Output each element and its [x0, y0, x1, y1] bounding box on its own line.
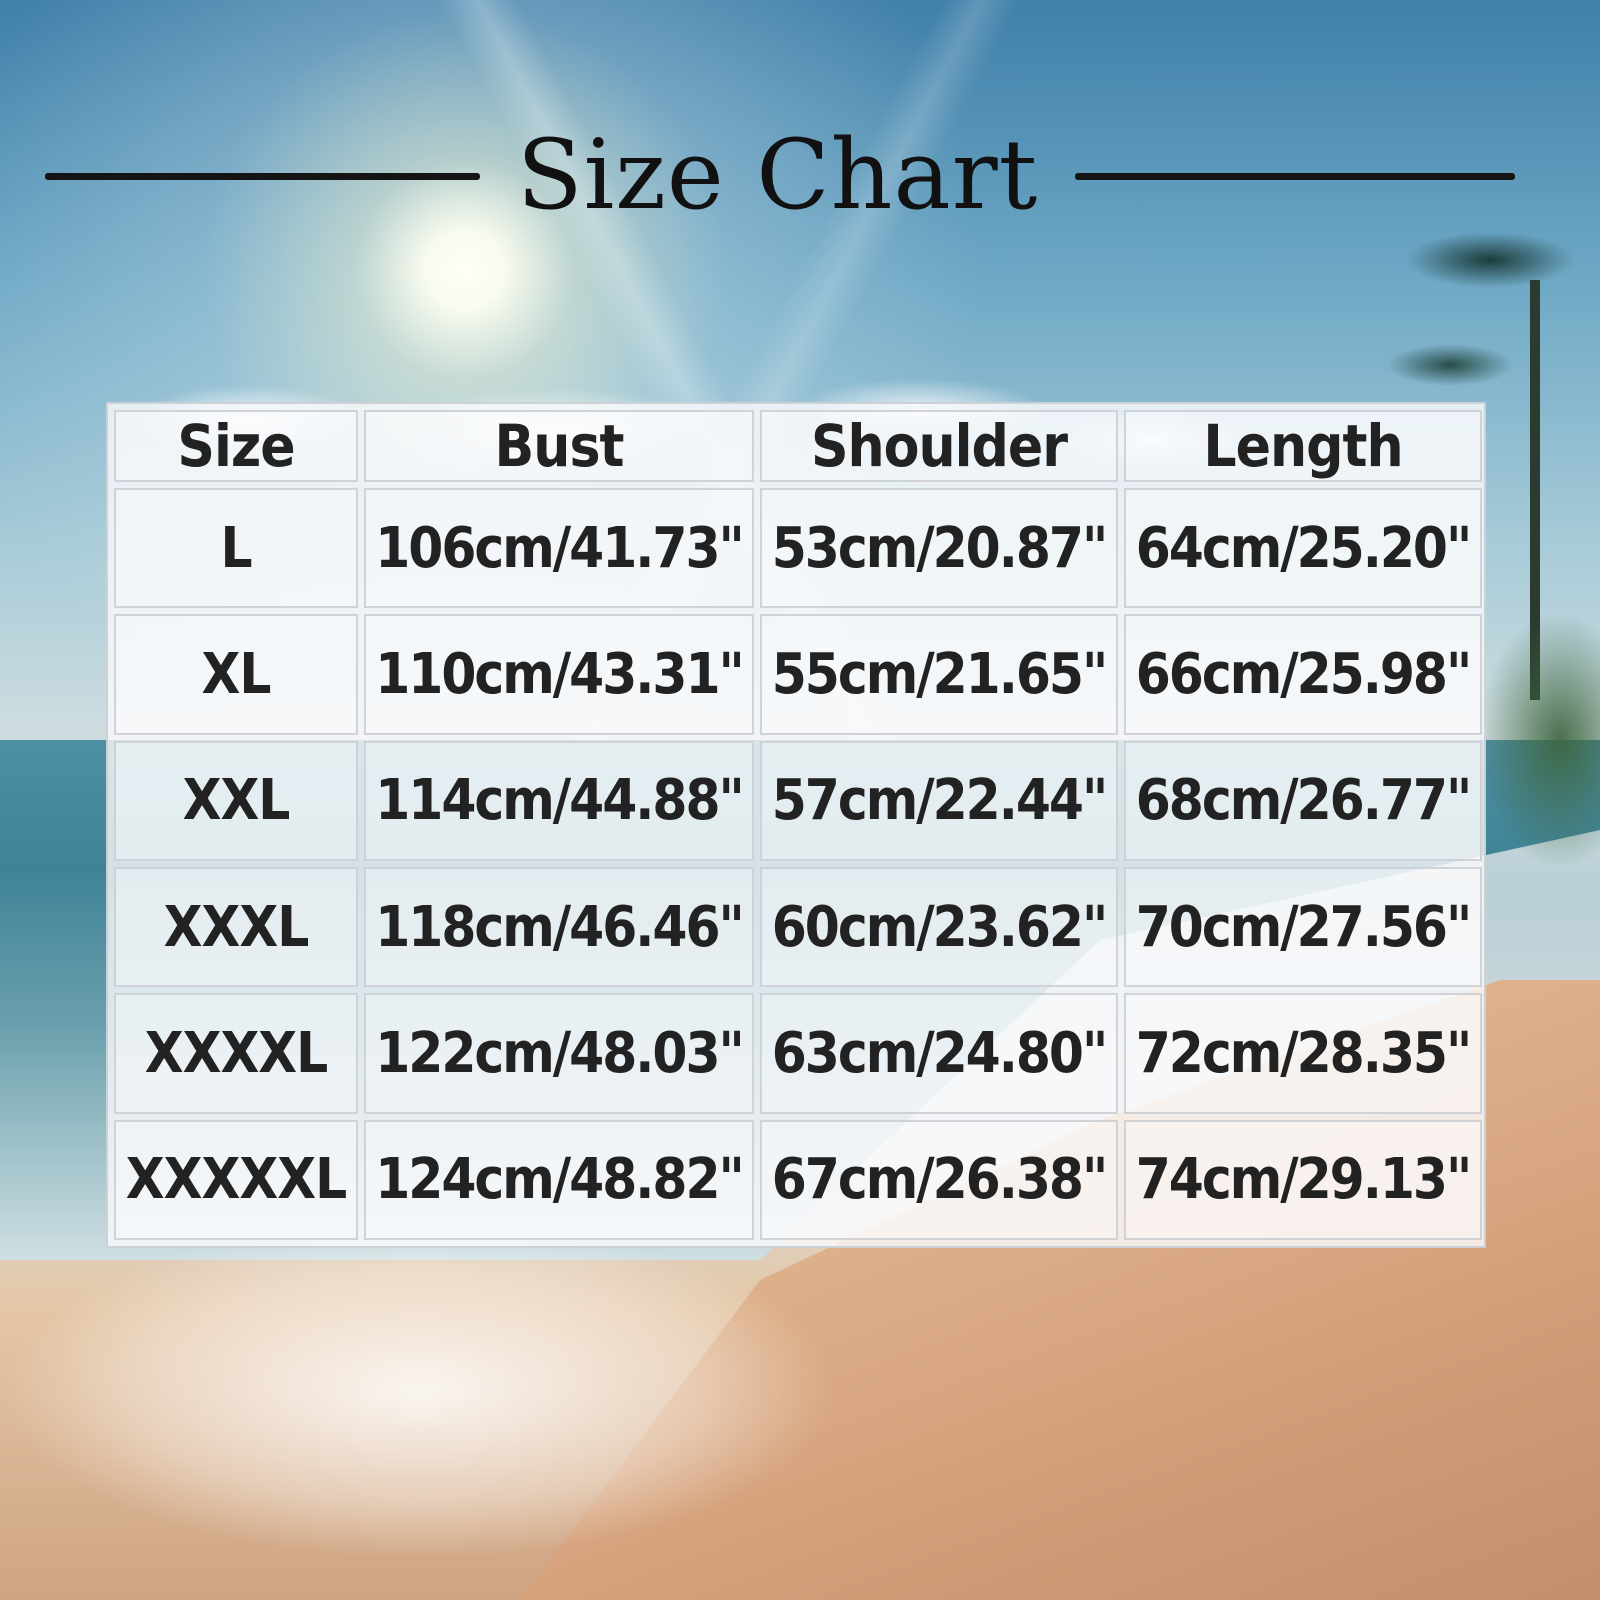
size-cell: XXXL [114, 866, 358, 988]
bust-cell: 114cm/44.88" [364, 740, 754, 861]
table-header-row: Size Bust Shoulder Length [114, 410, 1482, 482]
shoulder-cell: 63cm/24.80" [760, 993, 1118, 1114]
length-cell: 70cm/27.56" [1124, 866, 1482, 988]
table-row: XXXXL 122cm/48.03" 63cm/24.80" 72cm/28.3… [114, 993, 1482, 1114]
table-row: XXL 114cm/44.88" 57cm/22.44" 68cm/26.77" [114, 740, 1482, 861]
length-cell: 66cm/25.98" [1124, 614, 1482, 735]
bust-cell: 122cm/48.03" [364, 993, 754, 1114]
table-row: XXXXXL 124cm/48.82" 67cm/26.38" 74cm/29.… [114, 1119, 1482, 1240]
shoulder-cell: 53cm/20.87" [760, 488, 1118, 609]
size-cell: L [114, 488, 358, 609]
bust-cell: 124cm/48.82" [364, 1119, 754, 1240]
length-cell: 68cm/26.77" [1124, 740, 1482, 861]
shoulder-cell: 60cm/23.62" [760, 866, 1118, 988]
length-cell: 74cm/29.13" [1124, 1119, 1482, 1240]
size-cell: XL [114, 614, 358, 735]
beach-background: Size Chart Size Bust Shoulder Length L 1… [0, 0, 1600, 1600]
size-cell: XXXXL [114, 993, 358, 1114]
size-table: Size Bust Shoulder Length L 106cm/41.73"… [108, 404, 1488, 1246]
table-row: XXXL 118cm/46.46" 60cm/23.62" 70cm/27.56… [114, 866, 1482, 988]
length-cell: 72cm/28.35" [1124, 993, 1482, 1114]
shoulder-cell: 67cm/26.38" [760, 1119, 1118, 1240]
bust-cell: 106cm/41.73" [364, 488, 754, 609]
header-bust: Bust [364, 410, 754, 482]
table-row: XL 110cm/43.31" 55cm/21.65" 66cm/25.98" [114, 614, 1482, 735]
header-shoulder: Shoulder [760, 410, 1118, 482]
title-row: Size Chart [0, 115, 1600, 235]
size-cell: XXXXXL [114, 1119, 358, 1240]
size-cell: XXL [114, 740, 358, 861]
title-rule-right [1075, 173, 1515, 180]
bust-cell: 118cm/46.46" [364, 866, 754, 988]
shoulder-cell: 55cm/21.65" [760, 614, 1118, 735]
table-row: L 106cm/41.73" 53cm/20.87" 64cm/25.20" [114, 488, 1482, 609]
length-cell: 64cm/25.20" [1124, 488, 1482, 609]
header-size: Size [114, 410, 358, 482]
title-rule-left [45, 173, 480, 180]
size-table-panel: Size Bust Shoulder Length L 106cm/41.73"… [106, 402, 1486, 1248]
header-length: Length [1124, 410, 1482, 482]
page-title: Size Chart [516, 119, 1039, 231]
shoulder-cell: 57cm/22.44" [760, 740, 1118, 861]
bust-cell: 110cm/43.31" [364, 614, 754, 735]
